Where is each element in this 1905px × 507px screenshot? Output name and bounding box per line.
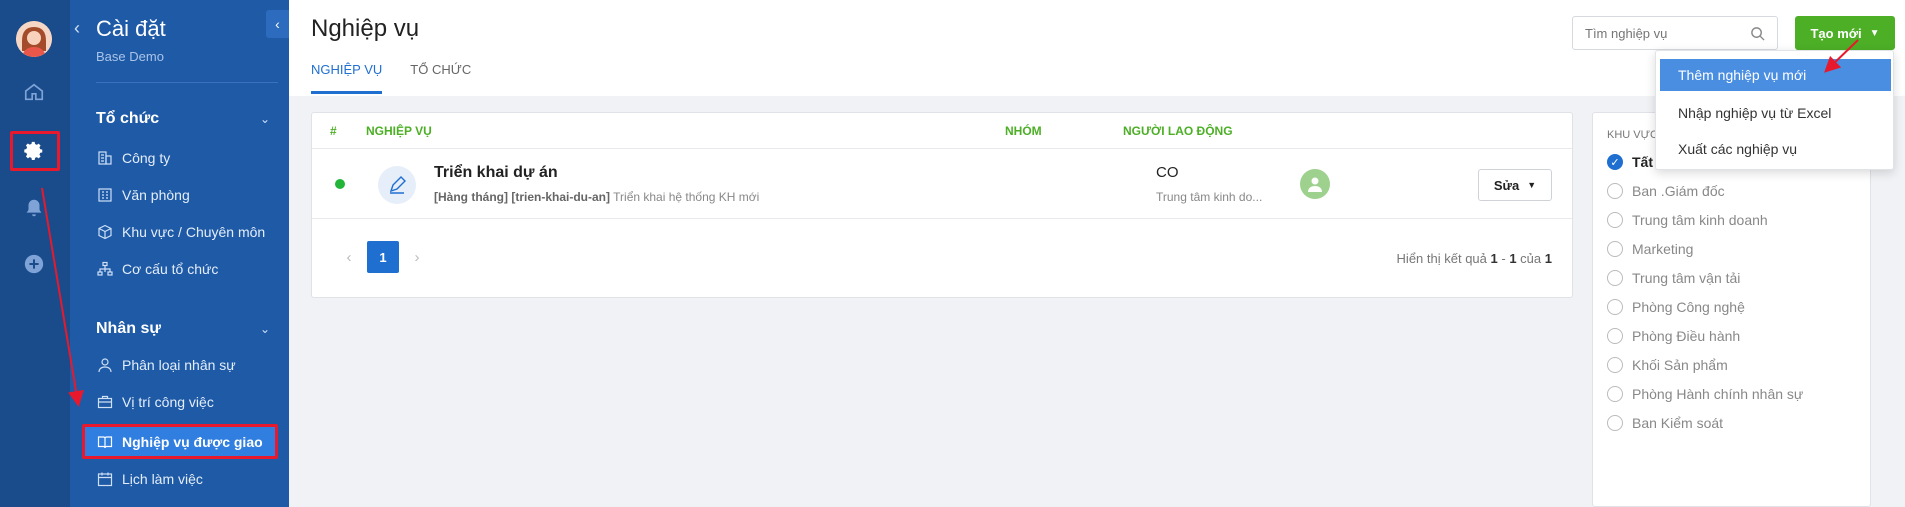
- table-card: # NGHIỆP VỤ NHÓM NGƯỜI LAO ĐỘNG Triển kh…: [311, 112, 1573, 298]
- sidebar-item-label: Phân loại nhân sự: [122, 357, 236, 373]
- page-number[interactable]: 1: [367, 241, 399, 273]
- prev-page-icon[interactable]: ‹: [337, 249, 361, 266]
- settings-sidebar: ‹ Cài đặt Base Demo ‹ Tổ chức ⌄ Công ty …: [70, 0, 289, 507]
- filter-option[interactable]: Phòng Công nghệ: [1607, 299, 1745, 315]
- gear-highlight-box: [10, 131, 60, 171]
- radio-icon: [1607, 241, 1623, 257]
- next-page-icon[interactable]: ›: [405, 249, 429, 266]
- sidebar-item-lich[interactable]: Lịch làm việc: [96, 466, 286, 492]
- sidebar-item-nghiep-vu[interactable]: Nghiệp vụ được giao: [82, 425, 278, 458]
- sidebar-item-phan-loai[interactable]: Phân loại nhân sự: [96, 352, 286, 378]
- radio-icon: [1607, 183, 1623, 199]
- group-name: CO: [1156, 164, 1179, 181]
- icon-rail: [0, 0, 70, 507]
- avatar[interactable]: [16, 21, 52, 57]
- sidebar-item-van-phong[interactable]: Văn phòng: [96, 182, 286, 208]
- calendar-icon: [96, 470, 114, 488]
- tab-to-chuc[interactable]: TỔ CHỨC: [410, 56, 471, 94]
- create-new-label: Tạo mới: [1810, 25, 1862, 41]
- radio-icon: [1607, 386, 1623, 402]
- filter-option[interactable]: Marketing: [1607, 241, 1693, 257]
- column-header-index: #: [330, 124, 337, 138]
- building-icon: [96, 149, 114, 167]
- sidebar-title: Cài đặt: [96, 16, 166, 41]
- radio-icon: [1607, 270, 1623, 286]
- org-chart-icon: [96, 260, 114, 278]
- filter-option[interactable]: Phòng Hành chính nhân sự: [1607, 386, 1803, 402]
- tabs: NGHIỆP VỤ TỔ CHỨC: [311, 56, 499, 94]
- section-nhan-su[interactable]: Nhân sự: [96, 320, 161, 338]
- filter-option[interactable]: Ban Kiểm soát: [1607, 415, 1723, 431]
- radio-icon: [1607, 299, 1623, 315]
- table-row[interactable]: Triển khai dự án [Hàng tháng] [trien-kha…: [312, 149, 1572, 219]
- sidebar-item-khu-vuc[interactable]: Khu vực / Chuyên môn: [96, 219, 286, 245]
- office-icon: [96, 186, 114, 204]
- table-header: # NGHIỆP VỤ NHÓM NGƯỜI LAO ĐỘNG: [312, 113, 1572, 149]
- sidebar-item-label: Văn phòng: [122, 187, 190, 203]
- search-box[interactable]: [1572, 16, 1778, 50]
- caret-down-icon: ▼: [1527, 180, 1537, 190]
- sidebar-item-label: Công ty: [122, 150, 171, 166]
- create-dropdown-menu: Thêm nghiệp vụ mới Nhập nghiệp vụ từ Exc…: [1655, 50, 1894, 170]
- menu-item-export[interactable]: Xuất các nghiệp vụ: [1660, 133, 1891, 165]
- sidebar-item-label: Khu vực / Chuyên môn: [122, 224, 266, 240]
- chevron-down-icon[interactable]: ⌄: [260, 112, 270, 126]
- tab-nghiep-vu[interactable]: NGHIỆP VỤ: [311, 56, 383, 94]
- sidebar-item-label: Lịch làm việc: [122, 471, 203, 487]
- filter-option[interactable]: Trung tâm vận tải: [1607, 270, 1740, 286]
- filter-option[interactable]: Phòng Điều hành: [1607, 328, 1740, 344]
- radio-icon: [1607, 357, 1623, 373]
- filter-option[interactable]: Trung tâm kinh doanh: [1607, 212, 1768, 228]
- user-icon: [96, 356, 114, 374]
- sidebar-divider: [96, 82, 278, 83]
- menu-item-add-task[interactable]: Thêm nghiệp vụ mới: [1660, 59, 1891, 91]
- task-icon: [378, 166, 416, 204]
- plus-circle-icon[interactable]: [22, 252, 46, 276]
- menu-item-import-excel[interactable]: Nhập nghiệp vụ từ Excel: [1660, 97, 1891, 129]
- sidebar-item-vi-tri[interactable]: Vị trí công việc: [96, 389, 286, 415]
- status-dot: [335, 179, 345, 189]
- filter-title: Khu vực: [1607, 129, 1658, 141]
- pagination: ‹ 1 ›: [337, 241, 429, 273]
- cube-icon: [96, 223, 114, 241]
- bell-icon[interactable]: [22, 196, 46, 220]
- task-name[interactable]: Triển khai dự án: [434, 164, 558, 182]
- column-header-nguoi-lao-dong: NGƯỜI LAO ĐỘNG: [1123, 124, 1233, 138]
- result-summary: Hiển thị kết quả 1 - 1 của 1: [1396, 251, 1552, 266]
- group-subtitle: Trung tâm kinh do...: [1156, 190, 1263, 204]
- sidebar-item-label: Vị trí công việc: [122, 394, 214, 410]
- caret-down-icon: ▼: [1869, 27, 1880, 39]
- radio-icon: [1607, 328, 1623, 344]
- book-icon: [96, 433, 114, 451]
- briefcase-icon: [96, 393, 114, 411]
- chevron-down-icon[interactable]: ⌄: [260, 322, 270, 336]
- sidebar-item-cong-ty[interactable]: Công ty: [96, 145, 286, 171]
- check-icon: ✓: [1607, 154, 1623, 170]
- radio-icon: [1607, 212, 1623, 228]
- home-icon[interactable]: [22, 80, 46, 104]
- sidebar-item-co-cau[interactable]: Cơ cấu tổ chức: [96, 256, 286, 282]
- back-chevron-icon[interactable]: ‹: [74, 18, 80, 39]
- column-header-nghiep-vu: NGHIỆP VỤ: [366, 124, 432, 138]
- filter-option[interactable]: Ban .Giám đốc: [1607, 183, 1725, 199]
- worker-avatar[interactable]: [1300, 169, 1330, 199]
- search-input[interactable]: [1585, 25, 1745, 41]
- edit-button[interactable]: Sửa ▼: [1478, 169, 1552, 201]
- search-icon[interactable]: [1750, 26, 1765, 41]
- area-filter-panel: Khu vực ✓ Tất cả Ban .Giám đốc Trung tâm …: [1592, 112, 1871, 507]
- task-meta: [Hàng tháng] [trien-khai-du-an] Triển kh…: [434, 190, 760, 204]
- collapse-sidebar-button[interactable]: ‹: [266, 10, 289, 38]
- page-title: Nghiệp vụ: [311, 15, 420, 42]
- sidebar-subtitle: Base Demo: [96, 49, 164, 64]
- radio-icon: [1607, 415, 1623, 431]
- column-header-nhom: NHÓM: [1005, 124, 1042, 138]
- sidebar-item-label: Cơ cấu tổ chức: [122, 261, 219, 277]
- create-new-button[interactable]: Tạo mới ▼: [1795, 16, 1895, 50]
- filter-option[interactable]: Khối Sản phẩm: [1607, 357, 1728, 373]
- section-to-chuc[interactable]: Tổ chức: [96, 110, 159, 128]
- sidebar-item-label: Nghiệp vụ được giao: [122, 433, 263, 450]
